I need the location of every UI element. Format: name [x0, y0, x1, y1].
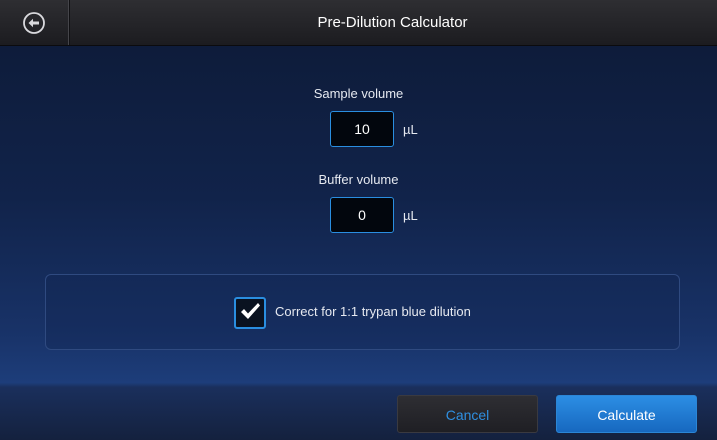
trypan-correction-checkbox[interactable] [234, 297, 266, 329]
header-bar: Pre-Dilution Calculator [0, 0, 717, 46]
page-title: Pre-Dilution Calculator [317, 14, 468, 31]
calculate-button[interactable]: Calculate [556, 395, 697, 433]
checkmark-icon [239, 301, 261, 326]
pre-dilution-calculator-screen: Pre-Dilution Calculator Sample volume 10… [0, 0, 717, 440]
cancel-button[interactable]: Cancel [397, 395, 538, 433]
buffer-volume-input[interactable]: 0 [330, 197, 394, 233]
circle-arrow-left-icon [22, 11, 46, 35]
buffer-volume-unit: µL [403, 208, 418, 223]
sample-volume-input[interactable]: 10 [330, 111, 394, 147]
sample-volume-label: Sample volume [313, 86, 404, 101]
trypan-correction-label: Correct for 1:1 trypan blue dilution [275, 304, 471, 319]
sample-volume-unit: µL [403, 122, 418, 137]
back-button[interactable] [0, 0, 69, 45]
buffer-volume-label: Buffer volume [318, 172, 399, 187]
